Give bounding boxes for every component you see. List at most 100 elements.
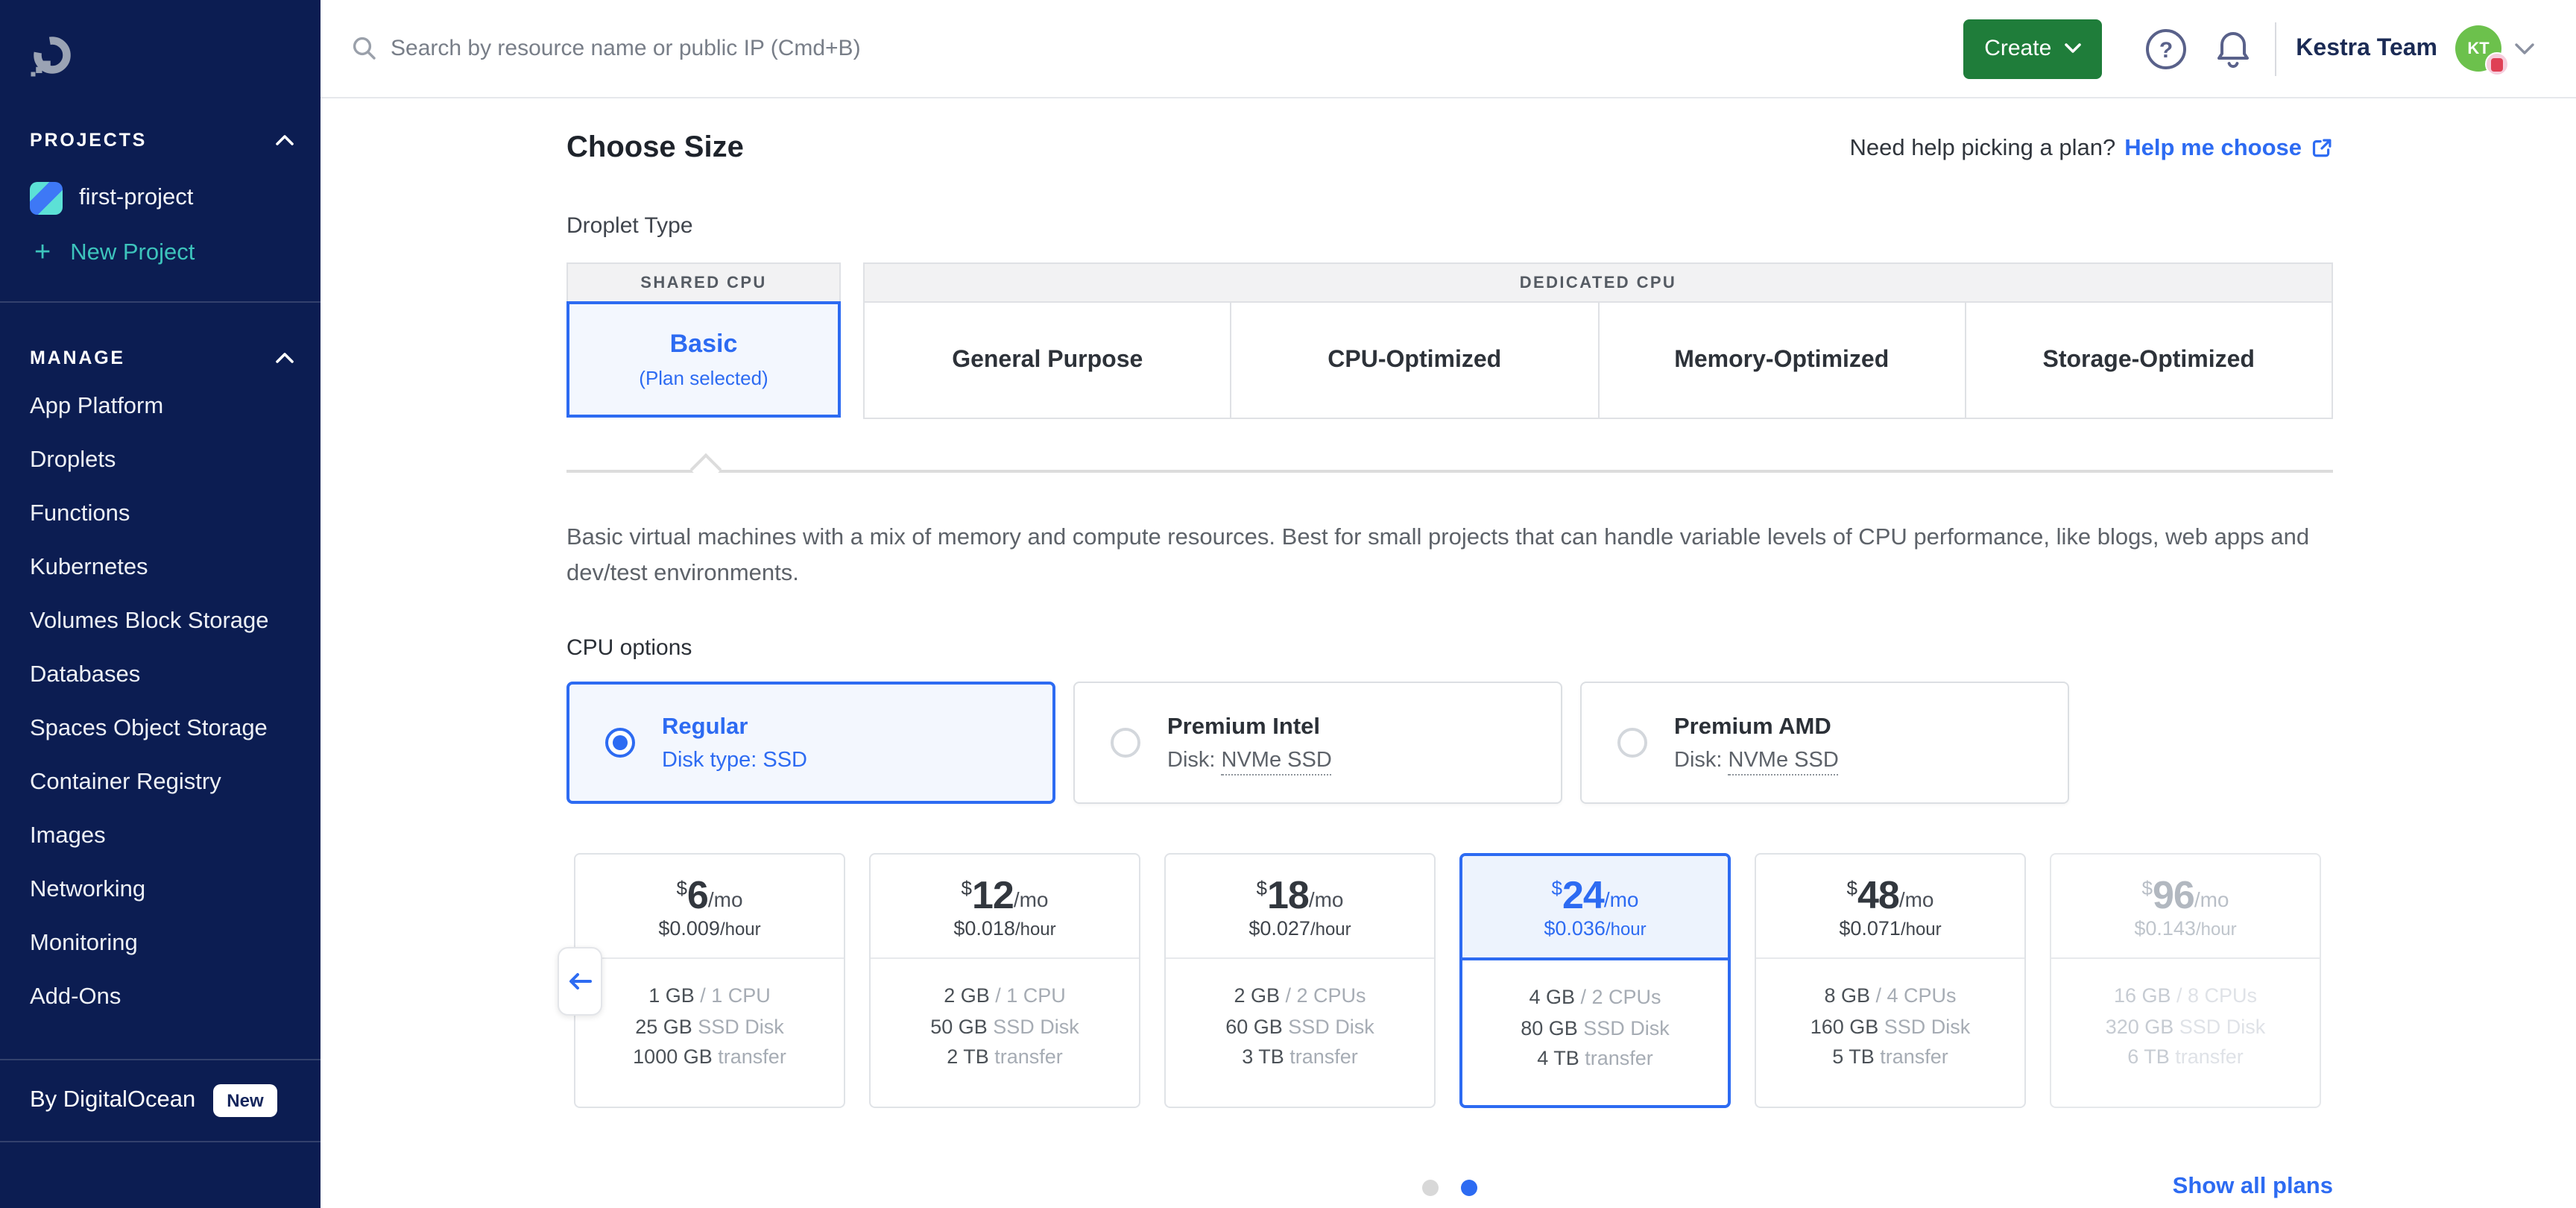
plan-card[interactable]: $18/mo $0.027/hour 2 GB / 2 CPUs 60 GB S… [1164, 853, 1436, 1108]
new-project-label: New Project [70, 240, 195, 267]
radio-icon [605, 728, 635, 758]
plan-carousel: $6/mo $0.009/hour 1 GB / 1 CPU 25 GB SSD… [566, 853, 2333, 1108]
search-bar [352, 36, 1963, 61]
tab-caret-divider [566, 470, 2333, 473]
projects-section-header[interactable]: PROJECTS [30, 130, 294, 151]
sidebar-nav-item[interactable]: Monitoring [0, 917, 321, 971]
chevron-down-icon[interactable] [2515, 43, 2534, 54]
dedicated-cpu-tab[interactable]: General Purpose [865, 303, 1232, 418]
droplet-type-label: Droplet Type [566, 213, 2333, 239]
currency-symbol: $ [1552, 877, 1562, 899]
cpu-option-title: Regular [662, 714, 807, 740]
notifications-button[interactable] [2214, 28, 2253, 69]
project-icon [30, 182, 63, 215]
show-all-plans-link[interactable]: Show all plans [2173, 1174, 2333, 1201]
currency-symbol: $ [2142, 876, 2153, 899]
chevron-up-icon [276, 352, 294, 364]
plan-price-section: $96/mo $0.143/hour [2051, 855, 2320, 959]
create-button[interactable]: Create [1963, 19, 2102, 78]
carousel-prev-button[interactable] [558, 946, 602, 1015]
sidebar-nav-item[interactable]: Container Registry [0, 756, 321, 810]
plan-hourly-rate: $0.036/hour [1544, 917, 1646, 940]
per-month-suffix: /mo [1014, 887, 1049, 910]
help-me-choose-link[interactable]: Help me choose [2124, 135, 2333, 162]
sidebar-nav-item[interactable]: Networking [0, 863, 321, 917]
question-circle-icon: ? [2144, 26, 2188, 71]
sidebar-nav-item[interactable]: Images [0, 810, 321, 863]
svg-text:?: ? [2159, 37, 2173, 62]
plan-price: 18 [1267, 873, 1309, 915]
new-project-button[interactable]: + New Project [34, 240, 294, 267]
dedicated-tab-row: General PurposeCPU-OptimizedMemory-Optim… [863, 303, 2333, 419]
sidebar-nav-item[interactable]: Volumes Block Storage [0, 595, 321, 649]
sidebar-nav: App PlatformDropletsFunctionsKubernetesV… [0, 380, 321, 1025]
tab-basic-label: Basic [670, 330, 738, 359]
help-line: Need help picking a plan? Help me choose [1849, 135, 2333, 162]
sidebar-nav-item[interactable]: Kubernetes [0, 541, 321, 595]
main-content: Choose Size Need help picking a plan? He… [321, 100, 2576, 1208]
bell-icon [2214, 28, 2253, 69]
plan-hourly-rate: $0.027/hour [1248, 916, 1351, 939]
currency-symbol: $ [962, 876, 972, 899]
cpu-options-label: CPU options [566, 635, 2333, 661]
dedicated-cpu-tab[interactable]: Storage-Optimized [1966, 303, 2332, 418]
plan-card[interactable]: $12/mo $0.018/hour 2 GB / 1 CPU 50 GB SS… [869, 853, 1140, 1108]
sidebar-nav-item[interactable]: Functions [0, 488, 321, 541]
plan-specs: 8 GB / 4 CPUs 160 GB SSD Disk 5 TB trans… [1756, 959, 2024, 1073]
plan-price: 96 [2153, 873, 2194, 915]
per-month-suffix: /mo [1899, 887, 1934, 910]
plan-price-section: $18/mo $0.027/hour [1166, 855, 1434, 959]
plan-price: 48 [1857, 873, 1899, 915]
sidebar-nav-item[interactable]: App Platform [0, 380, 321, 434]
carousel-dot[interactable] [1422, 1179, 1439, 1195]
help-button[interactable]: ? [2144, 26, 2188, 71]
plan-card[interactable]: $48/mo $0.071/hour 8 GB / 4 CPUs 160 GB … [1755, 853, 2026, 1108]
carousel-dot[interactable] [1461, 1179, 1477, 1195]
cpu-option-card[interactable]: Premium Intel Disk: NVMe SSD [1073, 682, 1562, 804]
radio-icon [1111, 728, 1140, 758]
sidebar: PROJECTS first-project + New Project MAN… [0, 0, 321, 1208]
tab-basic-sublabel: (Plan selected) [639, 367, 768, 389]
per-month-suffix: /mo [2194, 887, 2229, 910]
help-prefix-label: Need help picking a plan? [1849, 135, 2115, 162]
sidebar-nav-item[interactable]: Databases [0, 649, 321, 702]
page-title: Choose Size [566, 131, 744, 166]
sidebar-nav-item[interactable]: Spaces Object Storage [0, 702, 321, 756]
plan-price-section: $6/mo $0.009/hour [575, 855, 844, 959]
cpu-option-card[interactable]: Premium AMD Disk: NVMe SSD [1580, 682, 2069, 804]
plan-price: 6 [687, 873, 708, 915]
plan-specs: 4 GB / 2 CPUs 80 GB SSD Disk 4 TB transf… [1462, 960, 1728, 1075]
plan-card[interactable]: $24/mo $0.036/hour 4 GB / 2 CPUs 80 GB S… [1459, 853, 1731, 1108]
manage-header-label: MANAGE [30, 347, 125, 368]
dedicated-cpu-tab[interactable]: CPU-Optimized [1232, 303, 1600, 418]
search-input[interactable] [391, 36, 1285, 61]
chevron-up-icon [276, 134, 294, 146]
account-avatar[interactable]: KT [2455, 25, 2501, 72]
manage-section-header[interactable]: MANAGE [30, 347, 294, 368]
sidebar-divider [0, 1059, 321, 1060]
plan-price: 24 [1562, 874, 1604, 916]
plan-card[interactable]: $96/mo $0.143/hour 16 GB / 8 CPUs 320 GB… [2050, 853, 2321, 1108]
sidebar-item-first-project[interactable]: first-project [30, 182, 294, 215]
chevron-down-icon [2065, 43, 2081, 54]
digitalocean-logo-icon[interactable] [30, 33, 75, 78]
currency-symbol: $ [1257, 876, 1267, 899]
tab-basic[interactable]: Basic (Plan selected) [566, 301, 841, 418]
projects-header-label: PROJECTS [30, 130, 147, 151]
plan-card[interactable]: $6/mo $0.009/hour 1 GB / 1 CPU 25 GB SSD… [574, 853, 845, 1108]
plan-specs: 1 GB / 1 CPU 25 GB SSD Disk 1000 GB tran… [575, 959, 844, 1073]
plan-description: Basic virtual machines with a mix of mem… [566, 520, 2340, 592]
plan-specs: 2 GB / 1 CPU 50 GB SSD Disk 2 TB transfe… [871, 959, 1139, 1073]
sidebar-footer: By DigitalOcean New [30, 1084, 294, 1117]
dedicated-cpu-tab[interactable]: Memory-Optimized [1599, 303, 1966, 418]
cpu-option-card[interactable]: Regular Disk type: SSD [566, 682, 1055, 804]
carousel-dots [1422, 1179, 1477, 1195]
per-month-suffix: /mo [708, 887, 743, 910]
plan-specs: 2 GB / 2 CPUs 60 GB SSD Disk 3 TB transf… [1166, 959, 1434, 1073]
plan-price: 12 [972, 873, 1014, 915]
sidebar-nav-item[interactable]: Droplets [0, 434, 321, 488]
plan-price-section: $12/mo $0.018/hour [871, 855, 1139, 959]
search-icon [352, 36, 377, 61]
help-link-label: Help me choose [2124, 135, 2302, 162]
sidebar-nav-item[interactable]: Add-Ons [0, 971, 321, 1025]
